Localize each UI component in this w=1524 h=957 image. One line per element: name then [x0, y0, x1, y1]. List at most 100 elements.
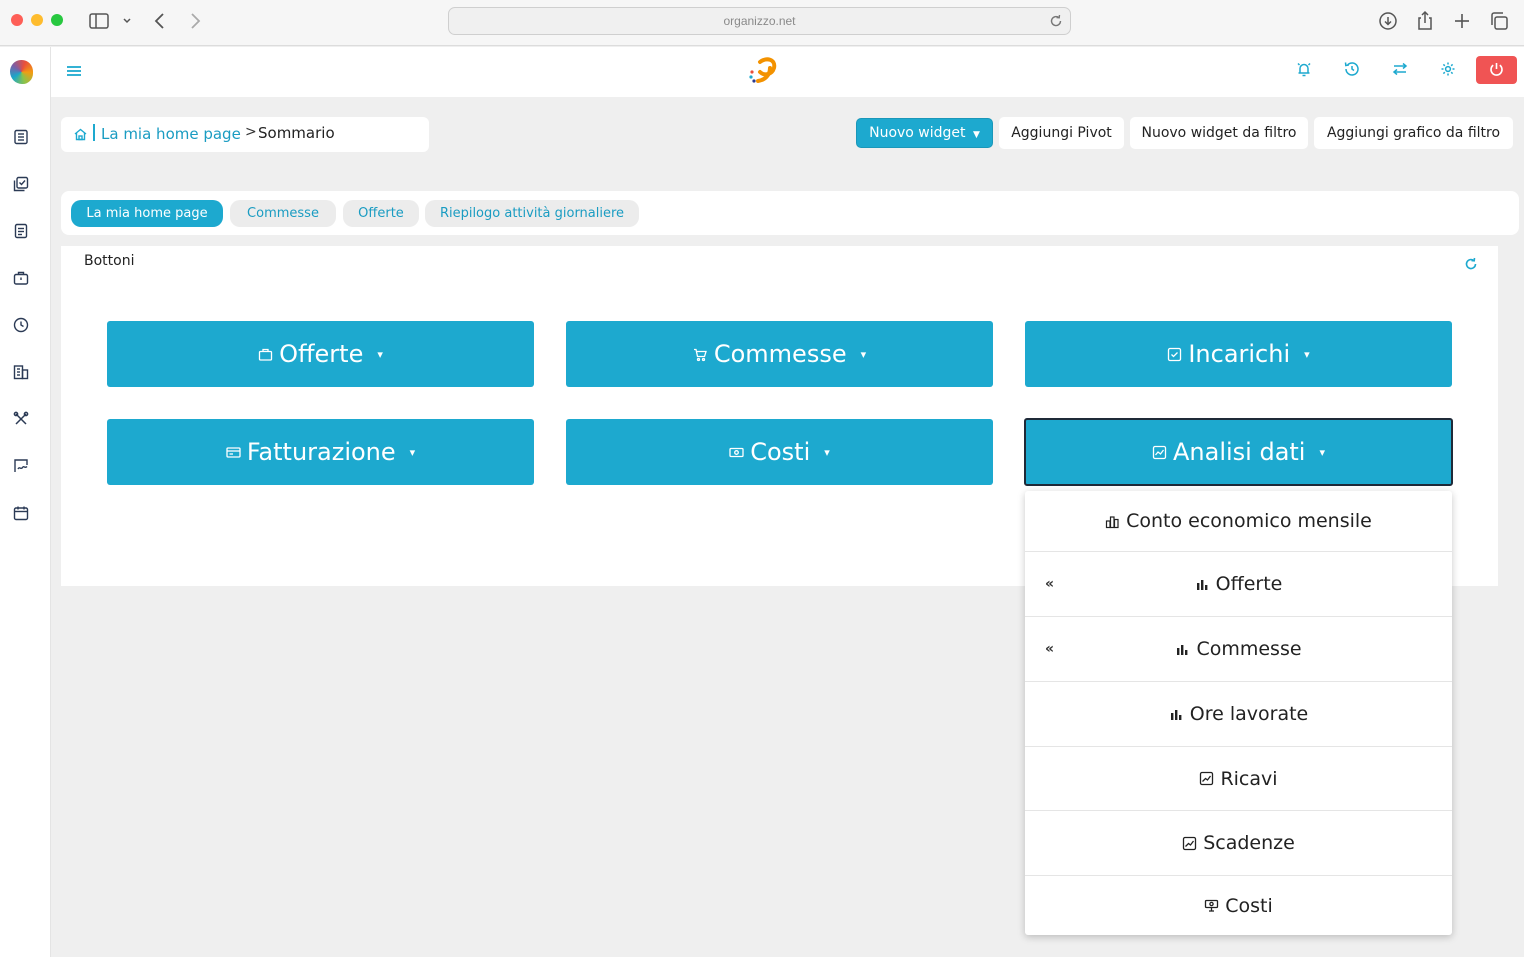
- offerte-button[interactable]: Offerte ▾: [107, 321, 534, 387]
- checkbox-icon: [1167, 347, 1182, 362]
- coins-icon: [1204, 898, 1219, 913]
- breadcrumb-home-link[interactable]: La mia home page: [101, 125, 241, 143]
- tools-icon[interactable]: [12, 410, 30, 428]
- menu-item-label: Ore lavorate: [1189, 703, 1309, 725]
- new-widget-button[interactable]: Nuovo widget ▼: [856, 118, 993, 148]
- dashboard-tabs: La mia home page Commesse Offerte Riepil…: [61, 191, 1519, 235]
- refresh-icon[interactable]: [1463, 256, 1479, 272]
- widget-title: Bottoni: [84, 253, 135, 269]
- signature-icon[interactable]: [12, 457, 30, 475]
- trend-chart-icon: [1199, 771, 1214, 786]
- cart-icon: [693, 347, 708, 362]
- bar-chart-icon: [1175, 642, 1190, 657]
- sidebar-toggle-icon[interactable]: [87, 9, 111, 33]
- tab-riepilogo[interactable]: Riepilogo attività giornaliere: [425, 200, 639, 227]
- new-widget-from-filter-button[interactable]: Nuovo widget da filtro: [1130, 117, 1308, 149]
- menu-item-label: Ricavi: [1220, 767, 1278, 790]
- chevron-down-icon[interactable]: [115, 9, 131, 33]
- commesse-button[interactable]: Commesse ▾: [566, 321, 993, 387]
- breadcrumb-separator: >: [245, 124, 257, 140]
- calendar-icon[interactable]: [12, 504, 30, 522]
- caret-down-icon: ▾: [1319, 445, 1326, 459]
- caret-down-icon: ▾: [377, 347, 383, 361]
- costi-button[interactable]: Costi ▾: [566, 419, 993, 485]
- url-text: organizzo.net: [723, 14, 796, 28]
- menu-item-label: Costi: [1225, 894, 1273, 917]
- list-icon[interactable]: [12, 128, 30, 146]
- menu-item-label: Conto economico mensile: [1126, 510, 1372, 532]
- add-chart-from-filter-button[interactable]: Aggiungi grafico da filtro: [1314, 117, 1513, 149]
- chart-box-icon: [1152, 445, 1167, 460]
- download-icon[interactable]: [1376, 9, 1400, 33]
- menu-item-label: Scadenze: [1203, 832, 1295, 854]
- user-avatar[interactable]: [10, 60, 33, 84]
- fatturazione-button[interactable]: Fatturazione ▾: [107, 419, 534, 485]
- menu-item-label: Commesse: [1196, 638, 1302, 660]
- breadcrumb-divider: [93, 124, 95, 141]
- new-widget-label: Nuovo widget: [869, 125, 966, 141]
- briefcase-icon[interactable]: [12, 269, 30, 287]
- menu-item-ricavi[interactable]: Ricavi: [1025, 747, 1452, 811]
- tab-offerte[interactable]: Offerte: [343, 200, 419, 227]
- organizzo-logo[interactable]: [748, 56, 780, 86]
- menu-item-offerte[interactable]: « Offerte: [1025, 552, 1452, 617]
- add-pivot-button[interactable]: Aggiungi Pivot: [999, 117, 1124, 149]
- power-icon: [1490, 63, 1503, 76]
- address-bar[interactable]: organizzo.net: [448, 7, 1071, 35]
- fatturazione-button-label: Fatturazione: [246, 438, 396, 466]
- menu-item-conto-economico[interactable]: Conto economico mensile: [1025, 491, 1452, 552]
- menu-icon[interactable]: [65, 62, 83, 80]
- briefcase-icon: [258, 347, 273, 362]
- breadcrumb: La mia home page > Sommario: [61, 117, 429, 152]
- gear-icon[interactable]: [1439, 60, 1457, 78]
- costi-button-label: Costi: [750, 438, 811, 466]
- app-header: [51, 47, 1524, 97]
- caret-down-icon: ▾: [409, 445, 416, 459]
- history-icon[interactable]: [1343, 60, 1361, 78]
- share-icon[interactable]: [1413, 9, 1437, 33]
- analisi-dati-button[interactable]: Analisi dati ▾: [1024, 418, 1453, 486]
- invoice-icon: [226, 445, 241, 460]
- bar-chart-icon: [1169, 707, 1184, 722]
- menu-item-commesse[interactable]: « Commesse: [1025, 617, 1452, 682]
- alarm-bell-icon[interactable]: [1295, 60, 1313, 78]
- new-tab-icon[interactable]: [1450, 9, 1474, 33]
- tab-home[interactable]: La mia home page: [71, 200, 223, 227]
- commesse-button-label: Commesse: [713, 340, 847, 368]
- reload-icon[interactable]: [1048, 13, 1064, 29]
- logout-button[interactable]: [1476, 56, 1517, 84]
- caret-down-icon: ▾: [860, 347, 867, 361]
- close-window-button[interactable]: [11, 14, 23, 26]
- left-sidebar: [0, 47, 51, 957]
- building-icon[interactable]: [12, 363, 30, 381]
- menu-item-scadenze[interactable]: Scadenze: [1025, 811, 1452, 876]
- menu-item-costi[interactable]: Costi: [1025, 876, 1452, 935]
- caret-down-icon: ▼: [972, 130, 980, 140]
- home-icon[interactable]: [73, 127, 88, 142]
- caret-down-icon: ▾: [1304, 347, 1310, 361]
- tabs-overview-icon[interactable]: [1487, 9, 1511, 33]
- bar-chart-outline-icon: [1105, 514, 1120, 529]
- document-icon[interactable]: [12, 222, 30, 240]
- analisi-dati-dropdown: Conto economico mensile « Offerte « Comm…: [1025, 491, 1452, 935]
- users-transfer-icon[interactable]: [1391, 60, 1409, 78]
- caret-down-icon: ▾: [824, 445, 830, 459]
- minimize-window-button[interactable]: [31, 14, 43, 26]
- bar-chart-icon: [1195, 577, 1210, 592]
- offerte-button-label: Offerte: [279, 340, 364, 368]
- tab-commesse[interactable]: Commesse: [230, 200, 336, 227]
- collapse-icon[interactable]: «: [1045, 576, 1054, 592]
- analisi-dati-button-label: Analisi dati: [1172, 438, 1306, 466]
- incarichi-button-label: Incarichi: [1188, 340, 1291, 368]
- clock-icon[interactable]: [12, 316, 30, 334]
- zoom-window-button[interactable]: [51, 14, 63, 26]
- menu-item-ore-lavorate[interactable]: Ore lavorate: [1025, 682, 1452, 747]
- trend-chart-icon: [1182, 836, 1197, 851]
- incarichi-button[interactable]: Incarichi ▾: [1025, 321, 1452, 387]
- forward-icon[interactable]: [183, 9, 207, 33]
- breadcrumb-current: Sommario: [258, 124, 335, 142]
- menu-item-label: Offerte: [1215, 573, 1283, 595]
- back-icon[interactable]: [148, 9, 172, 33]
- collapse-icon[interactable]: «: [1045, 641, 1054, 657]
- checklist-icon[interactable]: [12, 175, 30, 193]
